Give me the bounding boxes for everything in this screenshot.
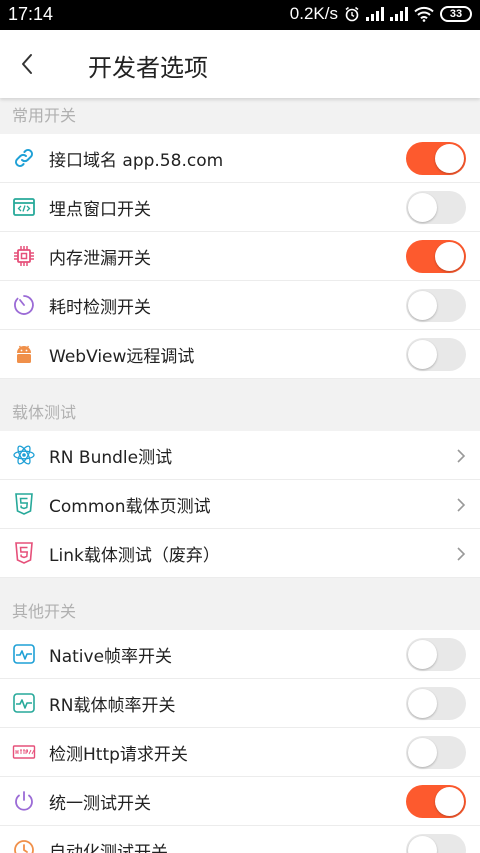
app-header: 开发者选项: [0, 30, 480, 98]
row-api-domain[interactable]: 接口域名 app.58.com: [0, 134, 480, 183]
row-label: 接口域名 app.58.com: [49, 150, 224, 171]
chevron-right-icon: [457, 498, 466, 512]
row-label: 耗时检测开关: [49, 297, 151, 318]
row-time-check[interactable]: 耗时检测开关: [0, 281, 480, 330]
row-label: Common载体页测试: [49, 496, 211, 517]
row-label: RN Bundle测试: [49, 447, 173, 468]
row-memory-leak[interactable]: 内存泄漏开关: [0, 232, 480, 281]
row-common-carrier[interactable]: Common载体页测试: [0, 480, 480, 529]
power-icon: [15, 791, 33, 811]
section-header-carrier: 载体测试: [0, 395, 480, 431]
row-label: Link载体测试（废弃）: [49, 545, 220, 566]
section-divider: [0, 578, 480, 594]
row-rn-bundle[interactable]: RN Bundle测试: [0, 431, 480, 480]
signal-icon-2: [390, 7, 408, 21]
time-check-toggle[interactable]: [406, 289, 466, 322]
http-icon: [12, 745, 36, 759]
row-label: RN载体帧率开关: [49, 695, 176, 716]
row-auto-test[interactable]: 自动化测试开关: [0, 826, 480, 853]
row-label: 内存泄漏开关: [49, 248, 151, 269]
gauge-icon: [14, 295, 34, 315]
row-label: WebView远程调试: [49, 346, 195, 367]
page-title: 开发者选项: [88, 54, 208, 82]
row-http-check[interactable]: 检测Http请求开关: [0, 728, 480, 777]
row-label: 统一测试开关: [49, 793, 151, 814]
back-button[interactable]: [16, 52, 40, 76]
tracking-window-toggle[interactable]: [406, 191, 466, 224]
api-domain-toggle[interactable]: [406, 142, 466, 175]
clock-icon: [14, 840, 34, 853]
row-link-carrier[interactable]: Link载体测试（废弃）: [0, 529, 480, 578]
row-label: 自动化测试开关: [49, 842, 168, 853]
row-webview-debug[interactable]: WebView远程调试: [0, 330, 480, 379]
section-header-common: 常用开关: [0, 98, 480, 134]
row-native-fps[interactable]: Native帧率开关: [0, 630, 480, 679]
chevron-right-icon: [457, 449, 466, 463]
row-label: 检测Http请求开关: [49, 744, 188, 765]
network-speed: 0.2K/s: [289, 4, 338, 23]
battery-icon: 33: [440, 6, 472, 22]
pulse-icon: [13, 644, 35, 664]
chevron-right-icon: [457, 547, 466, 561]
settings-list: 常用开关 接口域名 app.58.com 埋点窗口开关 内存泄漏开关 耗时检测开…: [0, 98, 480, 853]
chip-icon: [14, 246, 34, 266]
android-icon: [17, 345, 31, 363]
rn-fps-toggle[interactable]: [406, 687, 466, 720]
webview-debug-toggle[interactable]: [406, 338, 466, 371]
code-window-icon: [13, 198, 35, 216]
pulse-green-icon: [13, 693, 35, 713]
http-check-toggle[interactable]: [406, 736, 466, 769]
row-label: Native帧率开关: [49, 646, 173, 667]
react-icon: [13, 445, 35, 465]
unified-test-toggle[interactable]: [406, 785, 466, 818]
signal-icon: [366, 7, 384, 21]
row-rn-fps[interactable]: RN载体帧率开关: [0, 679, 480, 728]
html5-icon: [15, 493, 33, 515]
status-bar: 17:14 0.2K/s 33: [0, 0, 480, 30]
row-label: 埋点窗口开关: [49, 199, 151, 220]
wifi-icon: [414, 6, 434, 22]
section-header-other: 其他开关: [0, 594, 480, 630]
section-divider: [0, 379, 480, 395]
alarm-icon: [345, 6, 359, 22]
status-right: 0.2K/s 33: [290, 4, 472, 24]
link-icon: [15, 149, 33, 167]
auto-test-toggle[interactable]: [406, 834, 466, 853]
memory-leak-toggle[interactable]: [406, 240, 466, 273]
html5-red-icon: [15, 542, 33, 564]
native-fps-toggle[interactable]: [406, 638, 466, 671]
row-tracking-window[interactable]: 埋点窗口开关: [0, 183, 480, 232]
row-unified-test[interactable]: 统一测试开关: [0, 777, 480, 826]
status-time: 17:14: [8, 4, 54, 24]
